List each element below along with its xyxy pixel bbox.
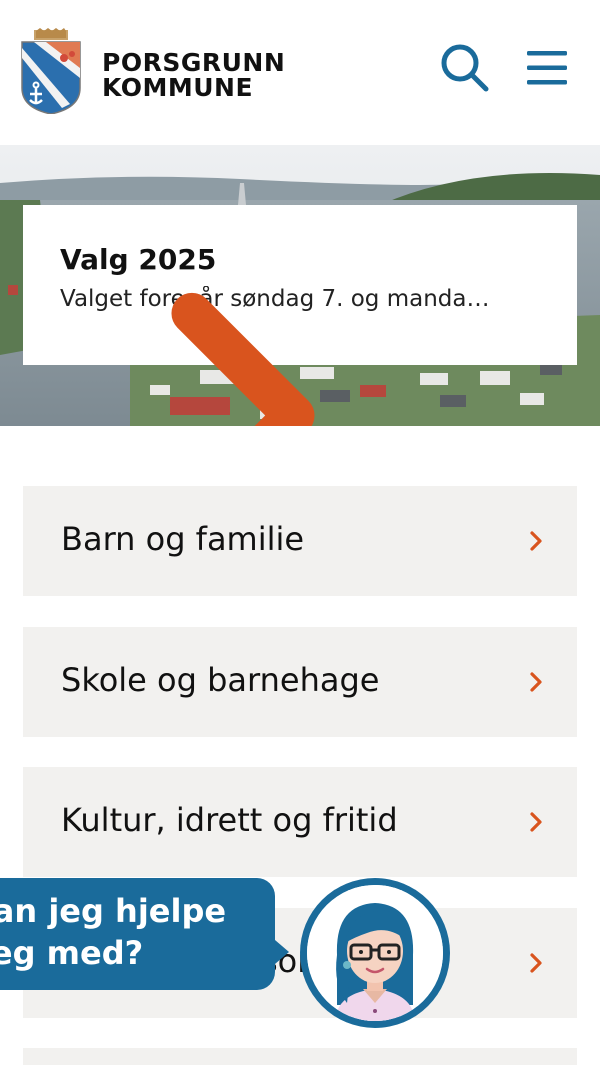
category-skole-og-barnehage[interactable]: Skole og barnehage: [23, 627, 577, 737]
chevron-right-icon: [530, 953, 542, 973]
category-next-partial[interactable]: [23, 1048, 577, 1065]
chevron-right-icon: [171, 292, 315, 426]
hero-banner: Valg 2025 Valget foregår søndag 7. og ma…: [0, 145, 600, 426]
chat-avatar-frame: [307, 885, 443, 1021]
logo-text: PORSGRUNN KOMMUNE: [102, 50, 322, 100]
site-header: PORSGRUNN KOMMUNE: [0, 0, 600, 145]
search-button[interactable]: [437, 40, 493, 96]
category-label: Kultur, idrett og fritid: [61, 801, 398, 839]
chevron-right-icon: [530, 531, 542, 551]
logo-line-2: KOMMUNE: [102, 73, 254, 102]
chat-prompt-text: Kan jeg hjelpe deg med?: [0, 890, 265, 974]
category-label: Skole og barnehage: [61, 661, 380, 699]
chevron-right-icon: [530, 812, 542, 832]
search-icon: [441, 44, 489, 92]
chat-prompt-line-1: Kan jeg hjelpe: [0, 892, 227, 930]
category-barn-og-familie[interactable]: Barn og familie: [23, 486, 577, 596]
hamburger-menu-icon: [527, 51, 567, 85]
category-kultur-idrett-og-fritid[interactable]: Kultur, idrett og fritid: [23, 767, 577, 877]
chat-bubble-tail: [275, 940, 289, 964]
logo-line-1: PORSGRUNN: [102, 48, 286, 77]
assistant-avatar-icon: [307, 885, 443, 1021]
menu-button[interactable]: [519, 40, 575, 96]
hero-card-election[interactable]: Valg 2025 Valget foregår søndag 7. og ma…: [23, 205, 577, 426]
coat-of-arms-logo: [21, 28, 81, 114]
chat-assistant-avatar-button[interactable]: [300, 878, 450, 1028]
chat-prompt-line-2: deg med?: [0, 934, 144, 972]
category-label: Barn og familie: [61, 520, 305, 558]
chevron-right-icon: [530, 672, 542, 692]
logo-link[interactable]: PORSGRUNN KOMMUNE: [20, 28, 285, 114]
chat-prompt-bubble[interactable]: Kan jeg hjelpe deg med?: [0, 878, 275, 990]
hero-card-title: Valg 2025: [60, 243, 217, 276]
